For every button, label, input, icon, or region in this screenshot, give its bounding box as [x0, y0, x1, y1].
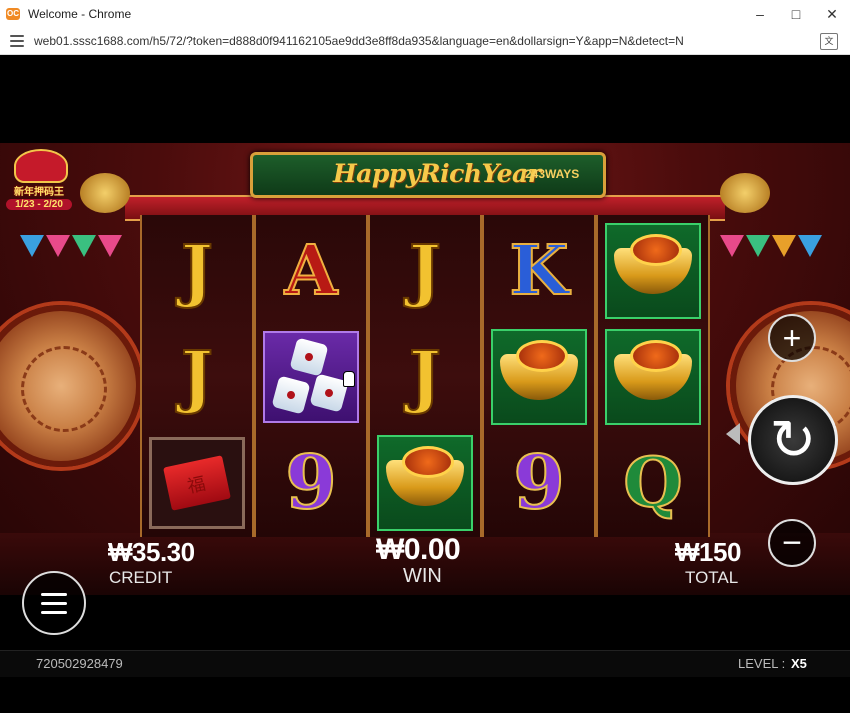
bet-increase-button[interactable]: + — [768, 314, 816, 362]
symbol-J: J — [408, 231, 442, 311]
minimize-button[interactable]: – — [742, 0, 778, 28]
window-title: Welcome - Chrome — [28, 7, 132, 21]
reel-5: Q — [596, 215, 710, 537]
reel-symbol: J — [144, 219, 250, 323]
symbol-K: K — [508, 231, 569, 311]
gold-ingot-symbol — [605, 223, 701, 319]
address-bar[interactable]: web01.sssc1688.com/h5/72/?token=d888d0f9… — [0, 28, 850, 55]
reel-symbol: A — [258, 219, 364, 323]
die-icon — [289, 337, 329, 377]
menu-button[interactable] — [22, 571, 86, 635]
credit-label: CREDIT — [109, 568, 173, 587]
level-label: LEVEL : — [738, 656, 786, 671]
symbol-9: 9 — [512, 440, 565, 526]
game-title: HappyRichYear — [333, 159, 541, 188]
gold-ingot-symbol — [605, 329, 701, 425]
gold-ingot-icon — [614, 234, 692, 294]
symbol-9: 9 — [284, 440, 337, 526]
url-text[interactable]: web01.sssc1688.com/h5/72/?token=d888d0f9… — [34, 34, 684, 48]
reel-symbol: J — [372, 219, 478, 323]
symbol-J: J — [408, 337, 442, 417]
level-value: X5 — [791, 656, 807, 671]
reel-symbol: Q — [600, 431, 706, 535]
reel-symbol — [144, 431, 250, 535]
reel-3: JJ — [368, 215, 482, 537]
round-id: 720502928479 — [36, 656, 123, 671]
reel-symbol: 9 — [486, 431, 592, 535]
total-bet-label: TOTAL — [685, 568, 739, 587]
spin-button[interactable]: ↻ — [748, 395, 838, 485]
reel-symbol — [372, 431, 478, 535]
promo-dates: 1/23 - 2/20 — [6, 199, 72, 210]
maximize-button[interactable]: □ — [778, 0, 814, 28]
win-label: WIN — [403, 565, 442, 587]
bet-decrease-button[interactable]: − — [768, 519, 816, 567]
gold-ingot-symbol — [377, 435, 473, 531]
game-viewport[interactable]: 新年押码王 1/23 - 2/20 HappyRichYear 243WAYS … — [0, 55, 850, 713]
spin-arrow-icon — [726, 423, 740, 445]
credit-value: ₩35.30 — [108, 537, 195, 567]
reel-symbol: J — [144, 325, 250, 429]
window-controls: – □ ✕ — [742, 0, 850, 28]
red-envelope-symbol — [149, 437, 245, 529]
site-info-icon[interactable] — [10, 35, 24, 47]
symbol-J: J — [180, 231, 214, 311]
reel-symbol: 9 — [258, 431, 364, 535]
right-dragon-ornament-icon — [720, 173, 770, 213]
left-bunting-flags — [20, 235, 122, 257]
win-value: ₩0.00 — [376, 533, 461, 566]
ways-badge: 243WAYS — [525, 167, 580, 181]
window-titlebar: OC Welcome - Chrome – □ ✕ — [0, 0, 850, 29]
game-title-banner: HappyRichYear 243WAYS — [250, 152, 606, 198]
promo-lantern-icon — [14, 149, 68, 183]
die-icon — [271, 375, 311, 415]
reel-symbol — [486, 325, 592, 429]
close-button[interactable]: ✕ — [814, 0, 850, 28]
reel-symbol — [600, 325, 706, 429]
left-dragon-ornament-icon — [80, 173, 130, 213]
red-envelope-icon — [163, 455, 231, 511]
gold-ingot-icon — [500, 340, 578, 400]
reel-4: K9 — [482, 215, 596, 537]
promo-title: 新年押码王 — [14, 187, 64, 198]
gold-ingot-icon — [614, 340, 692, 400]
translate-icon[interactable]: 文 — [820, 33, 838, 50]
symbol-Q: Q — [622, 443, 683, 523]
gold-ingot-icon — [386, 446, 464, 506]
reel-1: JJ — [140, 215, 254, 537]
menu-icon — [41, 592, 67, 596]
app-logo-icon: OC — [6, 8, 20, 20]
total-bet-value: ₩150 — [675, 537, 741, 567]
reel-symbol — [600, 219, 706, 323]
right-bunting-flags — [720, 235, 822, 257]
game-footer: 720502928479 LEVEL : X5 — [0, 650, 850, 677]
gold-ingot-symbol — [491, 329, 587, 425]
reel-symbol: J — [372, 325, 478, 429]
symbol-J: J — [180, 337, 214, 417]
reel-symbol: K — [486, 219, 592, 323]
hand-cursor-icon — [343, 371, 355, 387]
symbol-A: A — [284, 231, 339, 311]
promo-badge[interactable]: 新年押码王 1/23 - 2/20 — [6, 149, 72, 217]
reel-grid: JJA9JJK9Q — [140, 215, 710, 537]
